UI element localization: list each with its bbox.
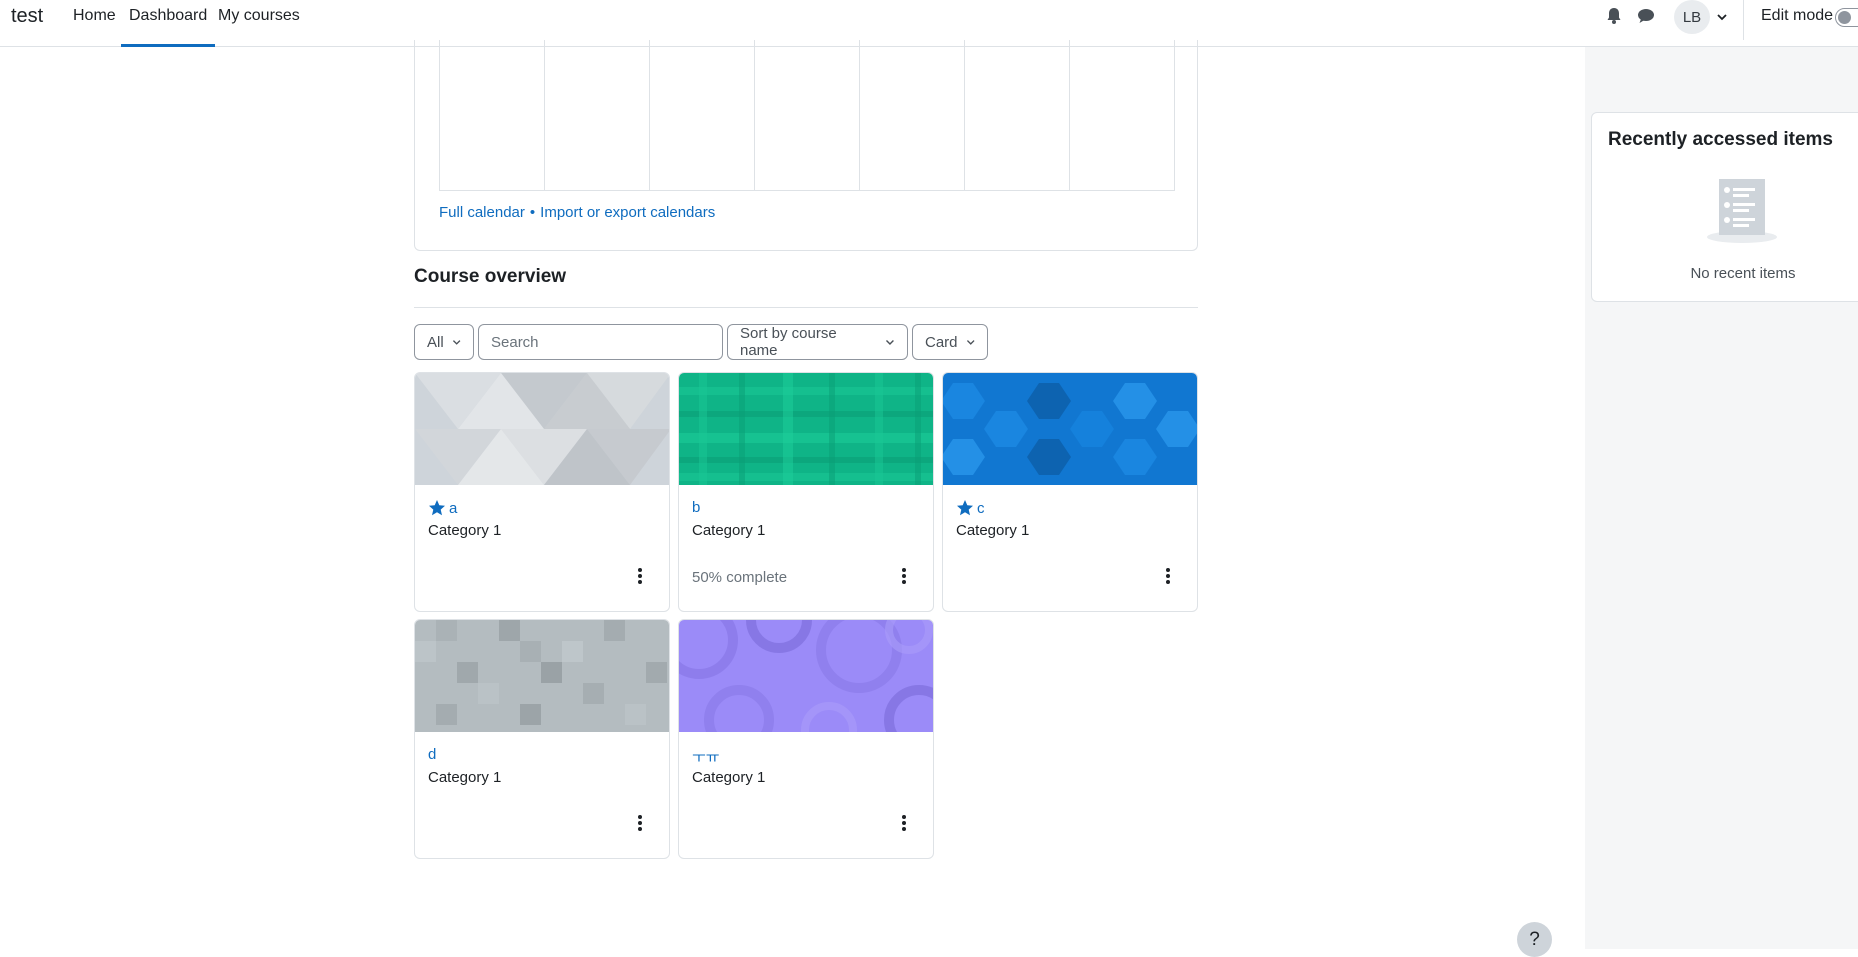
bell-icon[interactable] [1604,6,1624,26]
course-image[interactable] [679,373,934,485]
course-name: a [449,499,458,517]
no-recent-items-icon [1707,179,1777,243]
avatar-initials: LB [1682,8,1702,26]
chevron-down-icon [452,340,461,345]
calendar-footer-links: Full calendar • Import or export calendars [439,204,715,221]
edit-mode-toggle[interactable] [1835,8,1858,27]
course-name-link[interactable]: ㅜㅠ [692,746,720,767]
sort-dropdown[interactable]: Sort by course name [727,324,908,360]
course-card[interactable]: c Category 1 [942,372,1198,612]
course-category: Category 1 [692,522,766,539]
calendar-column-line [544,40,545,191]
course-name-link[interactable]: c [956,499,985,517]
nav-home[interactable]: Home [73,7,116,25]
grouping-filter-dropdown[interactable]: All [414,324,474,360]
calendar-column-line [964,40,965,191]
more-vertical-icon [902,568,906,584]
course-search-input[interactable] [478,324,723,360]
chevron-down-icon [966,340,975,345]
course-progress-text: 50% complete [692,569,788,586]
import-export-calendars-link[interactable]: Import or export calendars [540,204,715,221]
calendar-column-line [859,40,860,191]
course-name-link[interactable]: b [692,499,700,516]
course-category: Category 1 [956,522,1030,539]
sort-label: Sort by course name [740,325,837,359]
section-divider [414,307,1198,308]
no-recent-items-text: No recent items [1690,265,1796,282]
calendar-column-line [649,40,650,191]
star-icon [957,500,973,516]
course-name: ㅜㅠ [692,749,720,766]
course-actions-menu[interactable] [625,561,655,591]
star-icon [429,500,445,516]
course-name-link[interactable]: a [428,499,457,517]
course-image[interactable] [679,620,934,732]
more-vertical-icon [1166,568,1170,584]
chat-icon[interactable] [1636,6,1656,26]
course-name-link[interactable]: d [428,746,436,763]
calendar-block: Full calendar • Import or export calendars [414,40,1198,251]
course-card[interactable]: a Category 1 [414,372,670,612]
calendar-grid [439,40,1175,191]
view-mode-label: Card [925,333,958,351]
course-card[interactable]: d Category 1 [414,619,670,859]
nav-divider [1743,0,1744,40]
user-avatar[interactable]: LB [1674,0,1710,34]
block-title: Recently accessed items [1608,129,1833,150]
course-card[interactable]: b Category 1 50% complete [678,372,934,612]
course-category: Category 1 [428,769,502,786]
chevron-down-icon [886,340,895,345]
recently-accessed-items-block: Recently accessed items No recent items [1591,112,1858,302]
course-name: c [977,499,985,517]
course-category: Category 1 [428,522,502,539]
calendar-column-line [754,40,755,191]
nav-my-courses[interactable]: My courses [218,7,300,25]
site-name[interactable]: test [11,5,43,28]
help-button-label: ? [1529,928,1540,950]
course-actions-menu[interactable] [889,561,919,591]
help-button[interactable]: ? [1517,922,1552,957]
course-actions-menu[interactable] [1153,561,1183,591]
course-actions-menu[interactable] [889,808,919,838]
course-image[interactable] [415,373,670,485]
view-mode-dropdown[interactable]: Card [912,324,988,360]
more-vertical-icon [902,815,906,831]
course-category: Category 1 [692,769,766,786]
link-separator: • [529,204,536,221]
course-image[interactable] [415,620,670,732]
more-vertical-icon [638,815,642,831]
course-name: b [692,499,701,516]
calendar-column-line [1069,40,1070,191]
course-card[interactable]: ㅜㅠ Category 1 [678,619,934,859]
full-calendar-link[interactable]: Full calendar [439,204,525,221]
nav-dashboard[interactable]: Dashboard [121,7,216,47]
course-overview-title: Course overview [414,266,567,287]
course-name: d [428,746,437,763]
course-image[interactable] [943,373,1198,485]
edit-mode-label: Edit mode [1761,7,1834,24]
more-vertical-icon [638,568,642,584]
grouping-filter-label: All [427,333,444,351]
chevron-down-icon[interactable] [1716,11,1728,23]
course-actions-menu[interactable] [625,808,655,838]
